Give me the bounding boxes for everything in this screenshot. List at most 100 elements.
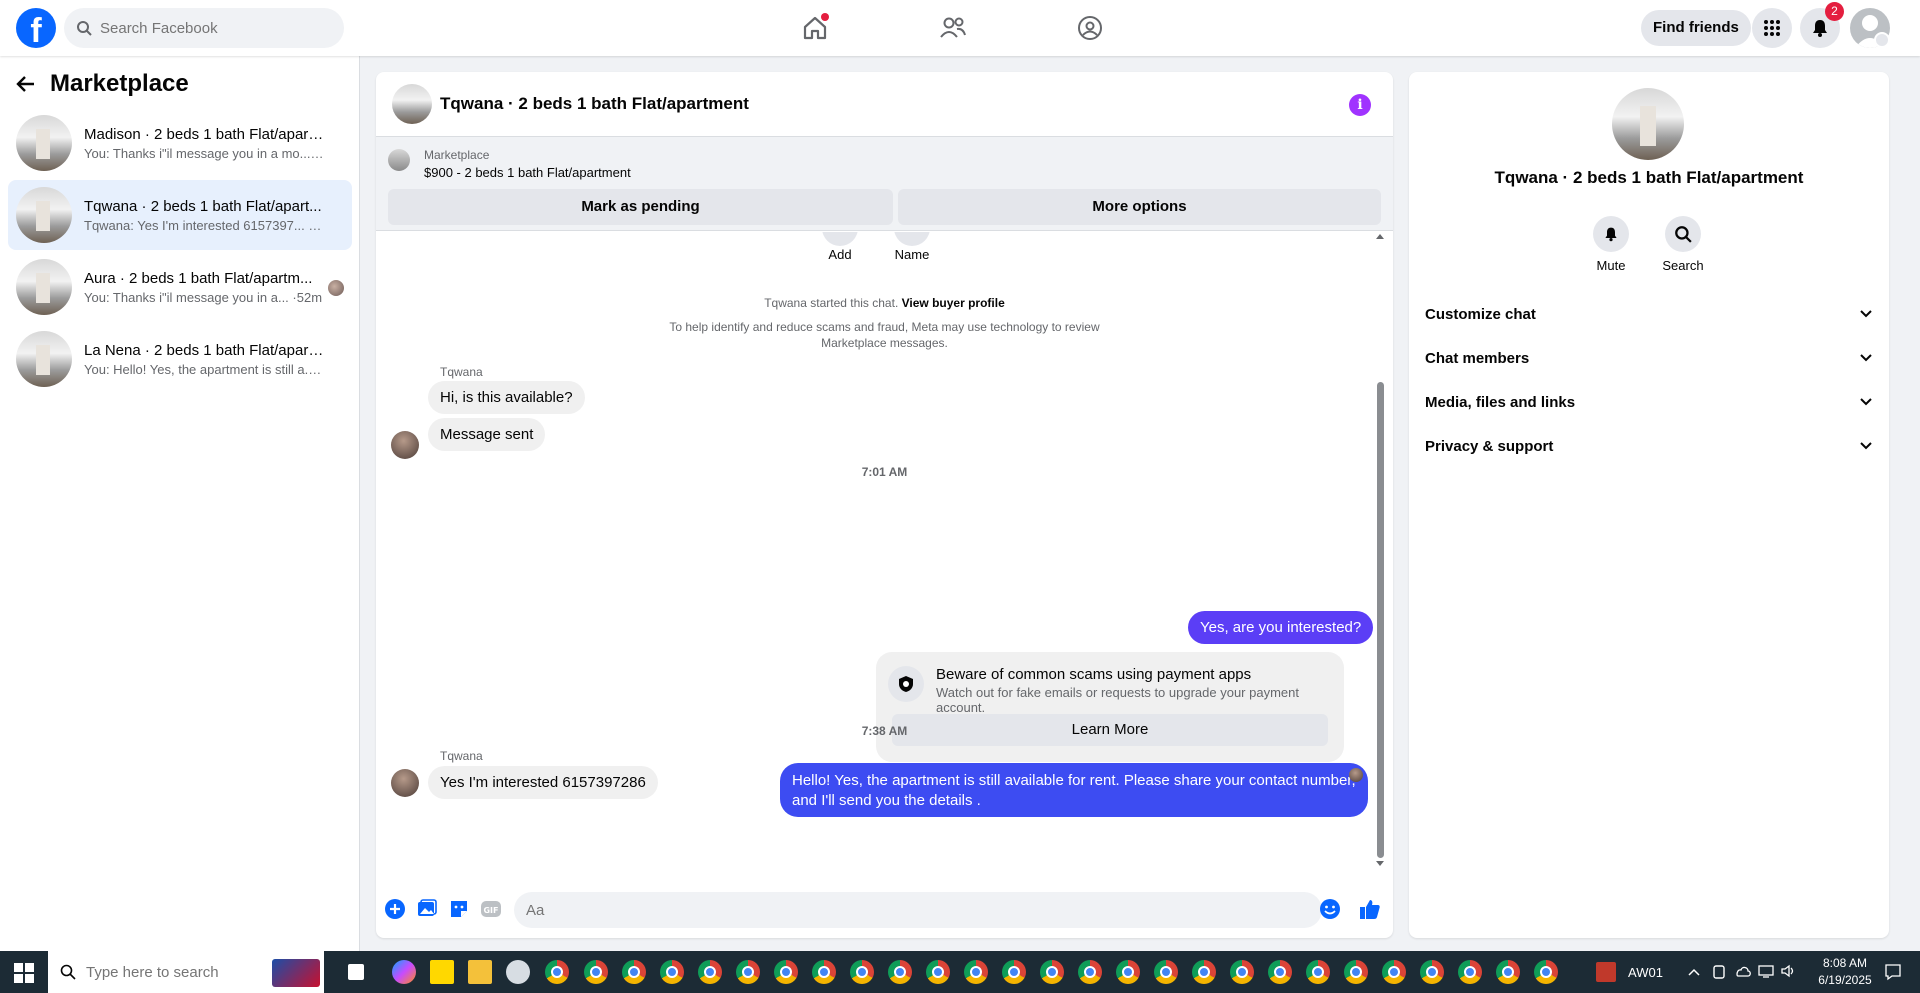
- notification-center-icon[interactable]: [1884, 963, 1902, 981]
- incoming-message[interactable]: Message sent: [428, 418, 546, 451]
- mute-action[interactable]: Mute: [1581, 216, 1641, 273]
- message-input[interactable]: [514, 892, 1322, 928]
- conversation-item-la-nena[interactable]: La Nena · 2 beds 1 bath Flat/apart... Yo…: [8, 324, 352, 394]
- info-icon[interactable]: i: [1349, 94, 1371, 116]
- sticky-notes-icon[interactable]: [430, 960, 454, 984]
- chrome-icon[interactable]: [964, 960, 988, 984]
- gif-icon[interactable]: GIF: [480, 898, 502, 920]
- listing-price[interactable]: $900 - 2 beds 1 bath Flat/apartment: [424, 165, 631, 180]
- windows-start-icon[interactable]: [14, 963, 34, 983]
- conversation-item-aura[interactable]: Aura · 2 beds 1 bath Flat/apartm... You:…: [8, 252, 352, 322]
- mark-as-pending-button[interactable]: Mark as pending: [388, 189, 893, 225]
- chrome-icon[interactable]: [812, 960, 836, 984]
- chrome-icon[interactable]: [1040, 960, 1064, 984]
- chat-info-name[interactable]: Tqwana · 2 beds 1 bath Flat/apartment: [1409, 168, 1889, 188]
- name-contact-button[interactable]: [894, 232, 930, 246]
- chrome-icon[interactable]: [1192, 960, 1216, 984]
- sender-avatar[interactable]: [391, 769, 419, 797]
- paint-icon[interactable]: [506, 960, 530, 984]
- search-input[interactable]: [100, 19, 320, 37]
- incoming-message[interactable]: Hi, is this available?: [428, 381, 585, 414]
- chrome-icon[interactable]: [1078, 960, 1102, 984]
- groups-nav-button[interactable]: [1070, 8, 1110, 48]
- chevron-up-icon[interactable]: [1688, 967, 1700, 977]
- chrome-icon[interactable]: [1534, 960, 1558, 984]
- news-widget-icon[interactable]: [272, 959, 320, 987]
- back-arrow-icon[interactable]: [16, 74, 36, 94]
- stock-app-icon[interactable]: [1596, 962, 1616, 982]
- outgoing-message[interactable]: Hello! Yes, the apartment is still avail…: [780, 763, 1368, 817]
- emoji-icon[interactable]: [1319, 898, 1341, 920]
- copilot-icon[interactable]: [392, 960, 416, 984]
- chrome-icon[interactable]: [888, 960, 912, 984]
- incoming-message[interactable]: Yes I'm interested 6157397286: [428, 766, 658, 799]
- scroll-down-icon[interactable]: [1375, 860, 1385, 868]
- conversation-item-tqwana[interactable]: Tqwana · 2 beds 1 bath Flat/apart... Tqw…: [8, 180, 352, 250]
- chrome-icon[interactable]: [1306, 960, 1330, 984]
- chevron-down-icon: [1860, 398, 1872, 406]
- conversation-snippet: You: Hello! Yes, the apartment is still …: [84, 361, 324, 377]
- task-view-icon[interactable]: [348, 964, 364, 980]
- find-friends-button[interactable]: Find friends: [1641, 10, 1751, 46]
- chrome-icon[interactable]: [1420, 960, 1444, 984]
- chrome-icon[interactable]: [926, 960, 950, 984]
- chrome-icon[interactable]: [736, 960, 760, 984]
- chrome-icon[interactable]: [774, 960, 798, 984]
- listing-thumbnail-small[interactable]: [388, 149, 410, 171]
- plus-icon[interactable]: [384, 898, 406, 920]
- taskbar-date[interactable]: 6/19/2025: [1810, 973, 1880, 987]
- scrollbar-thumb[interactable]: [1377, 382, 1384, 858]
- message-scrollbar[interactable]: [1375, 232, 1385, 868]
- message-list: Add Name Tqwana started this chat. View …: [376, 232, 1393, 872]
- search-action[interactable]: Search: [1653, 216, 1713, 273]
- file-explorer-icon[interactable]: [468, 960, 492, 984]
- taskbar-search-input[interactable]: [86, 963, 286, 981]
- taskbar-time[interactable]: 8:08 AM: [1810, 956, 1880, 970]
- friends-nav-button[interactable]: [933, 8, 973, 48]
- chrome-icon[interactable]: [1458, 960, 1482, 984]
- outgoing-message[interactable]: Yes, are you interested?: [1188, 611, 1374, 644]
- chrome-icon[interactable]: [1268, 960, 1292, 984]
- sender-avatar[interactable]: [391, 431, 419, 459]
- more-options-button[interactable]: More options: [898, 189, 1381, 225]
- chrome-icon[interactable]: [622, 960, 646, 984]
- menu-button[interactable]: [1752, 8, 1792, 48]
- search-facebook-box[interactable]: [64, 8, 344, 48]
- customize-chat-section[interactable]: Customize chat: [1425, 296, 1873, 332]
- chrome-icon[interactable]: [1496, 960, 1520, 984]
- chat-members-section[interactable]: Chat members: [1425, 340, 1873, 376]
- sticker-icon[interactable]: [448, 898, 470, 920]
- view-buyer-profile-link[interactable]: View buyer profile: [902, 296, 1005, 310]
- facebook-logo-icon[interactable]: f: [16, 8, 56, 48]
- chrome-icon[interactable]: [1230, 960, 1254, 984]
- shield-icon: [888, 666, 924, 702]
- thumbs-up-icon[interactable]: [1359, 898, 1381, 920]
- home-nav-button[interactable]: [795, 8, 835, 48]
- account-chevron-down-icon[interactable]: [1874, 32, 1890, 48]
- chrome-icon[interactable]: [584, 960, 608, 984]
- chrome-icon[interactable]: [850, 960, 874, 984]
- chrome-icon[interactable]: [545, 960, 569, 984]
- cloud-icon[interactable]: [1734, 964, 1752, 978]
- chrome-icon[interactable]: [1344, 960, 1368, 984]
- chrome-icon[interactable]: [660, 960, 684, 984]
- volume-icon[interactable]: [1780, 964, 1796, 978]
- chrome-icon[interactable]: [1154, 960, 1178, 984]
- listing-thumbnail-large[interactable]: [1612, 88, 1684, 160]
- network-icon[interactable]: [1758, 964, 1774, 978]
- media-files-links-section[interactable]: Media, files and links: [1425, 384, 1873, 420]
- meet-now-icon[interactable]: [1712, 964, 1726, 980]
- chrome-icon[interactable]: [698, 960, 722, 984]
- tray-label[interactable]: AW01: [1628, 965, 1663, 980]
- chrome-icon[interactable]: [1116, 960, 1140, 984]
- conversation-item-madison[interactable]: Madison · 2 beds 1 bath Flat/apart... Yo…: [8, 108, 352, 178]
- scroll-up-icon[interactable]: [1375, 232, 1385, 240]
- chrome-icon[interactable]: [1382, 960, 1406, 984]
- add-contact-button[interactable]: [822, 232, 858, 246]
- privacy-support-section[interactable]: Privacy & support: [1425, 428, 1873, 464]
- chat-listing-thumbnail[interactable]: [392, 84, 432, 124]
- photo-icon[interactable]: [416, 898, 438, 920]
- chat-title[interactable]: Tqwana · 2 beds 1 bath Flat/apartment: [440, 94, 749, 114]
- chrome-icon[interactable]: [1002, 960, 1026, 984]
- notifications-button[interactable]: 2: [1800, 2, 1844, 48]
